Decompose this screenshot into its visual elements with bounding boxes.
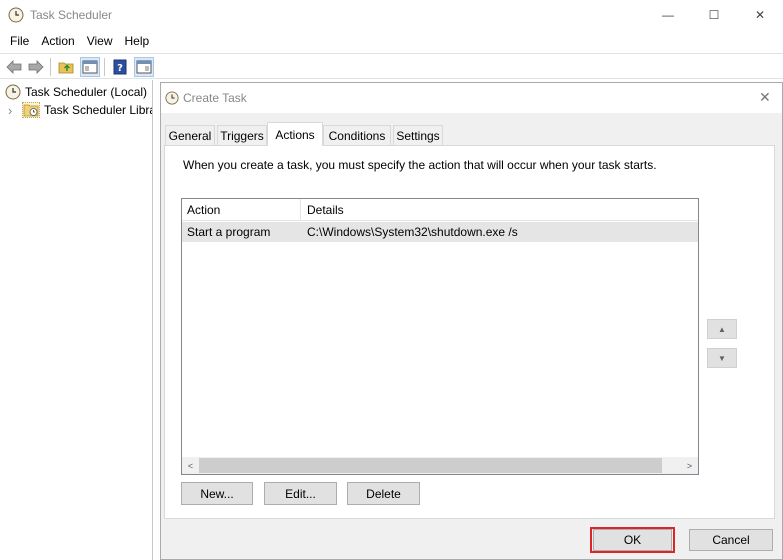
cancel-button[interactable]: Cancel (689, 529, 773, 551)
tree-item-task-scheduler-local[interactable]: Task Scheduler (Local) (5, 83, 147, 101)
arrow-down-icon: ▼ (718, 353, 726, 363)
column-header-action[interactable]: Action (182, 199, 300, 221)
maximize-button[interactable]: ☐ (691, 0, 737, 30)
forward-arrow-icon[interactable] (26, 57, 46, 77)
show-hide-console-tree-icon[interactable] (80, 57, 100, 77)
delete-action-button[interactable]: Delete (347, 482, 420, 505)
create-task-dialog: Create Task ✕ General Triggers Actions C… (160, 82, 783, 560)
minimize-button[interactable]: — (645, 0, 691, 30)
svg-text:?: ? (117, 63, 123, 74)
toolbar-separator (50, 58, 51, 76)
menu-bar: File Action View Help (0, 30, 783, 52)
chevron-right-icon[interactable]: › (8, 103, 18, 118)
folder-up-icon[interactable] (56, 57, 76, 77)
menu-action[interactable]: Action (35, 34, 80, 48)
close-icon[interactable]: ✕ (759, 89, 771, 106)
tab-triggers[interactable]: Triggers (217, 125, 267, 145)
move-down-button[interactable]: ▼ (707, 348, 737, 368)
scroll-left-icon[interactable]: < (182, 457, 199, 474)
dialog-title: Create Task (183, 91, 247, 105)
actions-list[interactable]: Action Details Start a program C:\Window… (181, 198, 699, 475)
dialog-titlebar: Create Task ✕ (161, 83, 782, 113)
scroll-right-icon[interactable]: > (681, 457, 698, 474)
show-action-pane-icon[interactable] (134, 57, 154, 77)
toolbar-separator (104, 58, 105, 76)
menu-view[interactable]: View (81, 34, 119, 48)
tree-item-label: Task Scheduler Library (44, 103, 152, 117)
ok-button[interactable]: OK (593, 529, 672, 551)
table-row[interactable]: Start a program C:\Windows\System32\shut… (182, 222, 698, 242)
tree-item-task-scheduler-library[interactable]: › Task Scheduler Library (8, 101, 152, 119)
actions-tab-panel: When you create a task, you must specify… (164, 145, 775, 519)
move-up-button[interactable]: ▲ (707, 319, 737, 339)
clock-icon (165, 91, 179, 105)
actions-description: When you create a task, you must specify… (183, 158, 657, 172)
tab-settings[interactable]: Settings (393, 125, 443, 145)
clock-icon (5, 84, 21, 100)
list-header: Action Details (182, 199, 698, 221)
tab-actions[interactable]: Actions (267, 122, 323, 146)
column-header-details[interactable]: Details (302, 199, 698, 221)
arrow-up-icon: ▲ (718, 324, 726, 334)
horizontal-scrollbar[interactable]: < > (182, 457, 698, 474)
scroll-thumb[interactable] (199, 458, 662, 473)
back-arrow-icon[interactable] (4, 57, 24, 77)
menu-help[interactable]: Help (119, 34, 156, 48)
edit-action-button[interactable]: Edit... (264, 482, 337, 505)
menu-file[interactable]: File (4, 34, 35, 48)
window-title: Task Scheduler (30, 8, 113, 22)
column-separator[interactable] (300, 199, 301, 221)
tab-conditions[interactable]: Conditions (323, 125, 391, 145)
console-tree: Task Scheduler (Local) › Task Scheduler … (0, 80, 153, 560)
help-icon[interactable]: ? (110, 57, 130, 77)
folder-clock-icon (22, 102, 40, 118)
clock-icon (8, 7, 24, 23)
toolbar: ? (0, 53, 783, 79)
new-action-button[interactable]: New... (181, 482, 253, 505)
window-titlebar: Task Scheduler — ☐ ✕ (0, 0, 783, 30)
close-window-button[interactable]: ✕ (737, 0, 783, 30)
cell-action: Start a program (187, 225, 271, 239)
tab-general[interactable]: General (165, 125, 215, 145)
cell-details: C:\Windows\System32\shutdown.exe /s (307, 225, 518, 239)
tree-item-label: Task Scheduler (Local) (25, 85, 148, 99)
